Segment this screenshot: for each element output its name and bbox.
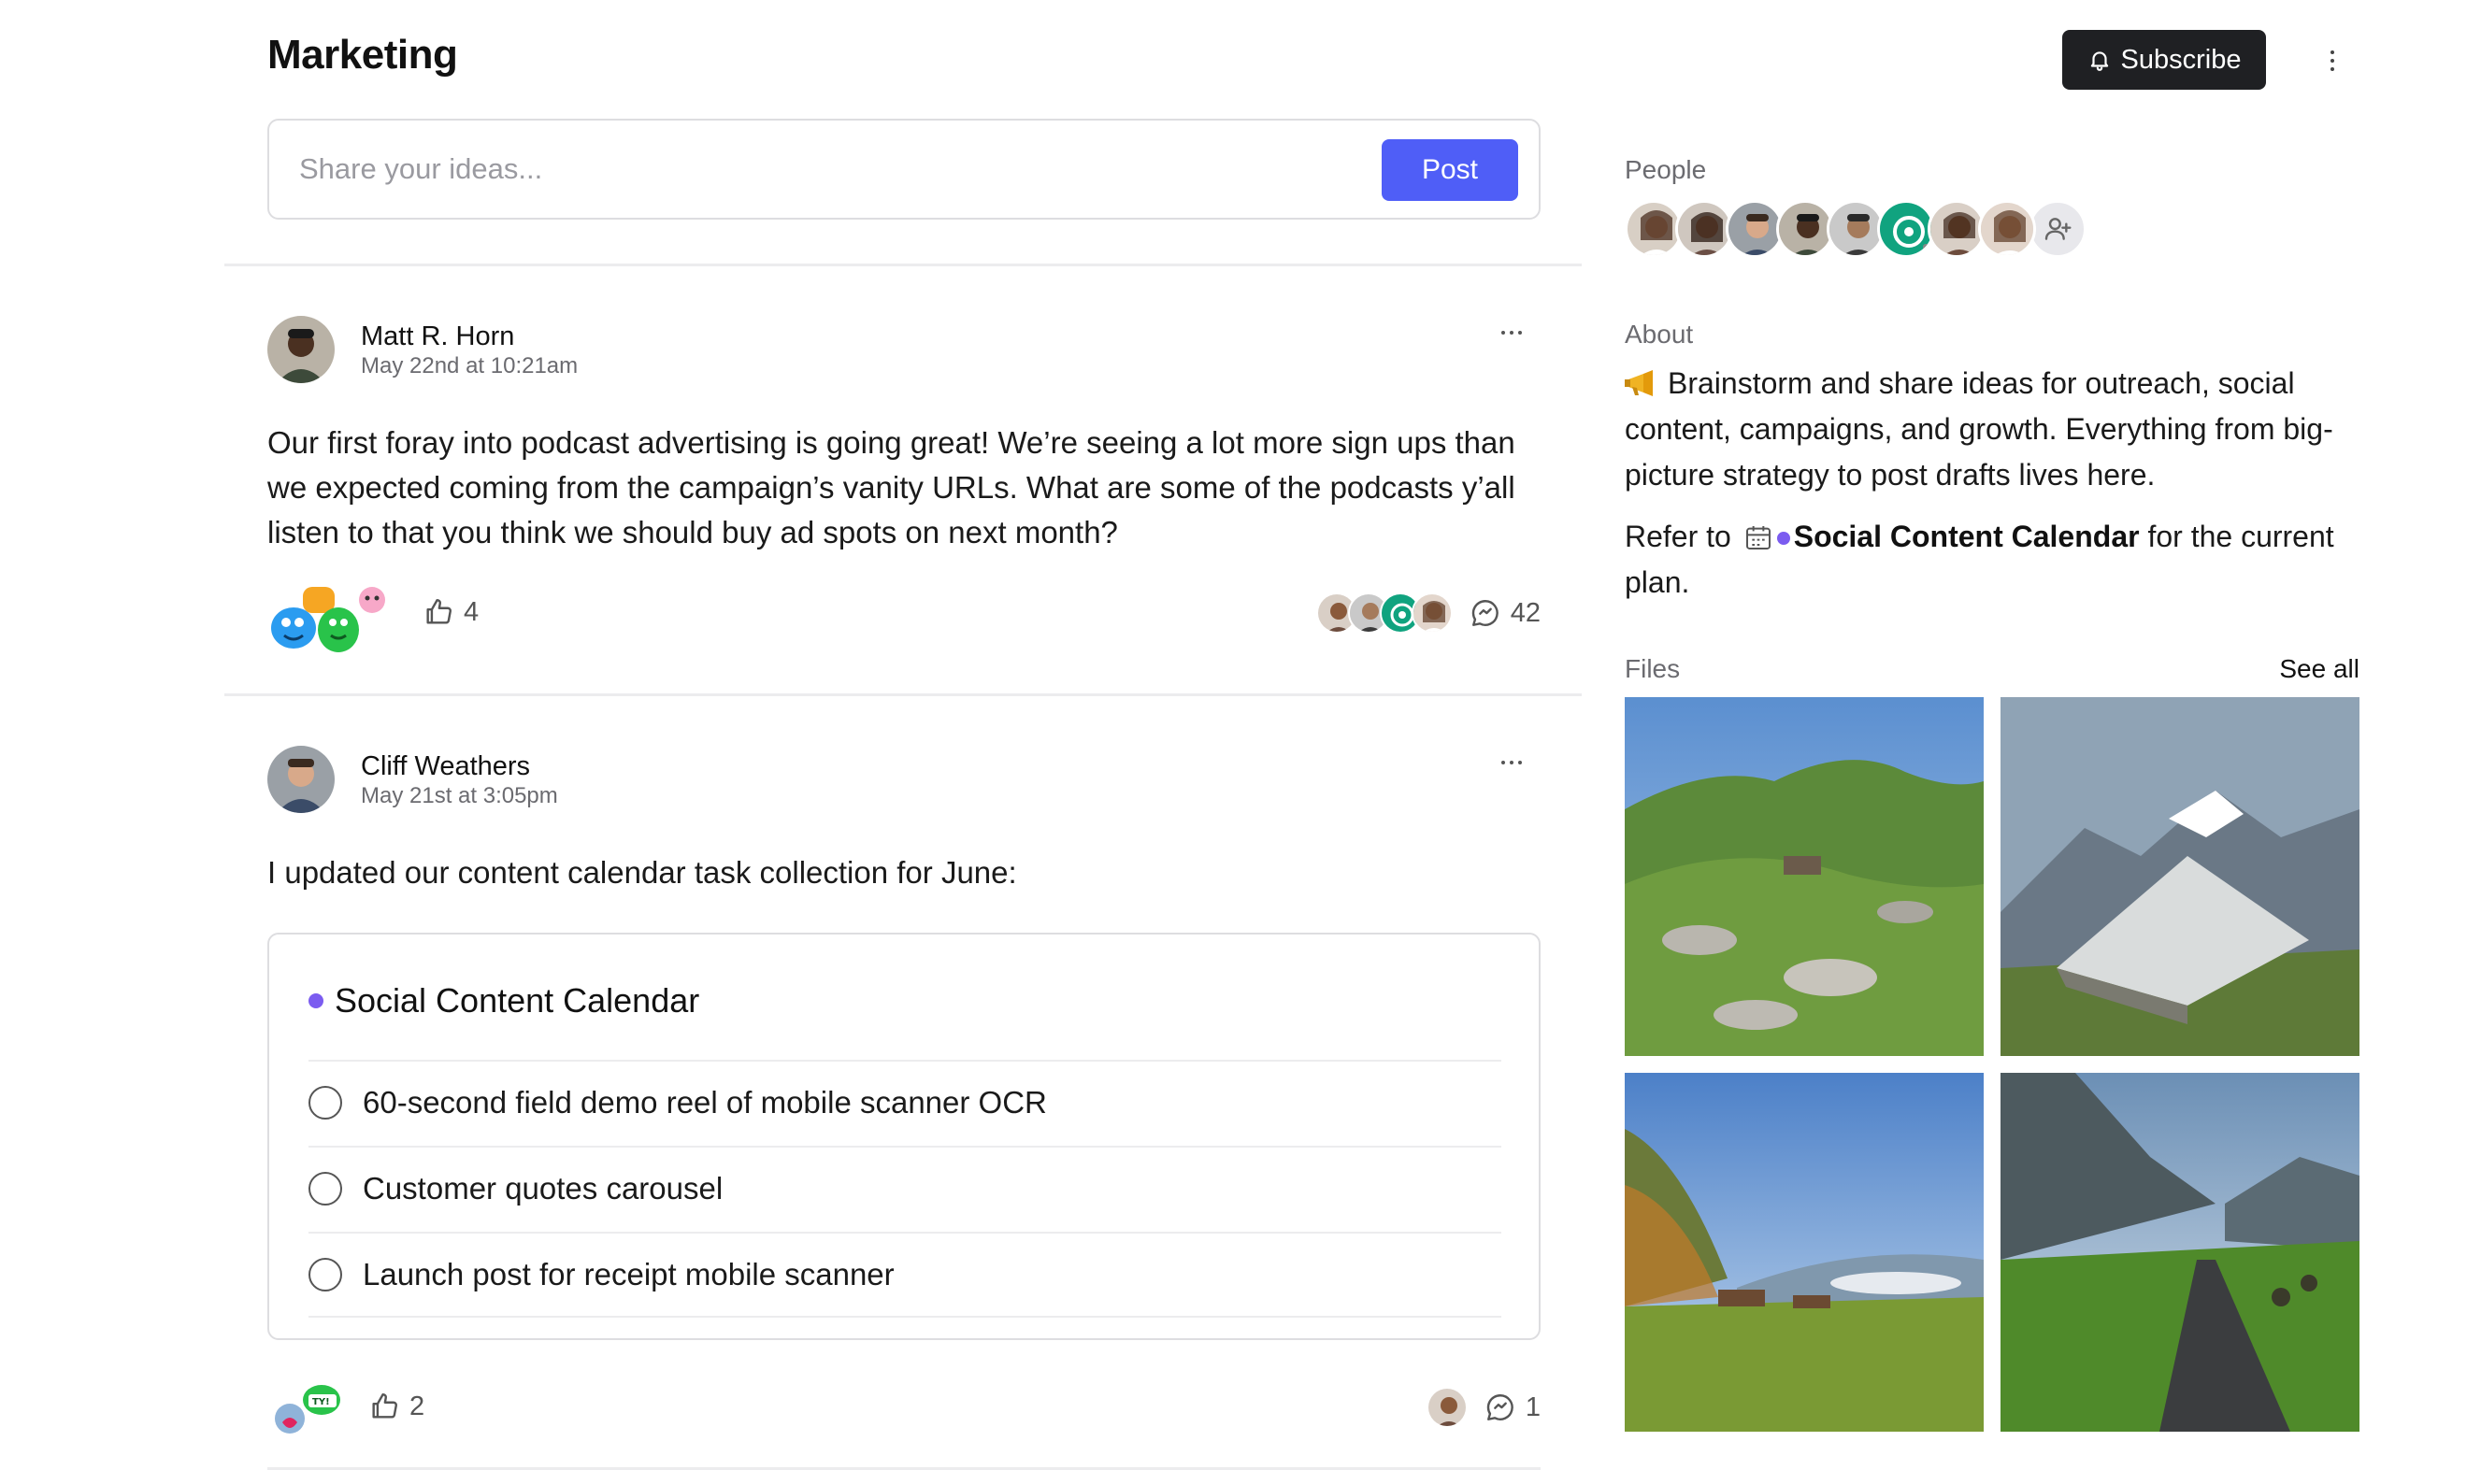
- task-checkbox[interactable]: [308, 1086, 342, 1120]
- social-content-calendar-link[interactable]: Social Content Calendar: [1794, 520, 2140, 553]
- post-timestamp: May 21st at 3:05pm: [361, 783, 558, 808]
- post-reactions: 4 42: [267, 578, 1541, 652]
- divider: [308, 1316, 1501, 1318]
- thumbs-up-icon: [426, 599, 452, 624]
- like-button[interactable]: 4: [423, 596, 479, 628]
- post-reactions: TY! 2 1: [267, 1372, 1541, 1447]
- avatar[interactable]: [1928, 200, 1986, 258]
- more-options-icon[interactable]: [2318, 37, 2346, 84]
- comment-button[interactable]: 1: [1484, 1391, 1541, 1423]
- avatar[interactable]: [1675, 200, 1733, 258]
- divider: [267, 1467, 1541, 1470]
- post-button[interactable]: Post: [1382, 139, 1518, 201]
- divider: [224, 264, 1582, 266]
- collection-dot-icon: [308, 993, 323, 1008]
- post-more-icon[interactable]: [1496, 755, 1527, 770]
- task-label[interactable]: 60-second field demo reel of mobile scan…: [363, 1085, 1047, 1120]
- divider: [224, 693, 1582, 696]
- task-label[interactable]: Launch post for receipt mobile scanner: [363, 1257, 895, 1292]
- blue-monster-sticker: [271, 607, 316, 649]
- sticker-reactions[interactable]: TY!: [267, 1377, 346, 1445]
- post-body: Our first foray into podcast advertising…: [267, 425, 1515, 549]
- see-all-link[interactable]: See all: [2279, 654, 2359, 684]
- page-title: Marketing: [267, 32, 458, 78]
- thumbs-up-icon: [372, 1393, 397, 1419]
- task-row: 60-second field demo reel of mobile scan…: [308, 1060, 1501, 1144]
- svg-text:TY!: TY!: [312, 1397, 330, 1407]
- sticker-reactions[interactable]: [267, 579, 389, 654]
- page-header: Marketing Subscribe: [0, 0, 2481, 112]
- bell-icon: [2090, 51, 2108, 71]
- like-button[interactable]: 2: [368, 1391, 424, 1422]
- post-more-icon[interactable]: [1496, 325, 1527, 340]
- refer-text: Refer to Social Content Calendar for the…: [1625, 520, 2334, 599]
- task-row: Launch post for receipt mobile scanner: [308, 1232, 1501, 1316]
- subscribe-button[interactable]: Subscribe: [2062, 30, 2266, 90]
- task-label[interactable]: Customer quotes carousel: [363, 1171, 723, 1206]
- avatar[interactable]: [1978, 200, 2036, 258]
- task-collection-card[interactable]: Social Content Calendar 60-second field …: [267, 933, 1541, 1340]
- commenter-avatars[interactable]: [1315, 592, 1453, 634]
- files-grid: [1625, 697, 2359, 1432]
- comment-count: 42: [1510, 597, 1541, 628]
- avatar[interactable]: [1776, 200, 1834, 258]
- avatar: [1426, 1387, 1468, 1428]
- people-label: People: [1625, 155, 1707, 184]
- avatar[interactable]: [1827, 200, 1885, 258]
- task-row: Customer quotes carousel: [308, 1146, 1501, 1230]
- megaphone-icon: [1625, 364, 1658, 396]
- file-thumbnail-image[interactable]: [1625, 697, 1984, 1056]
- subscribe-label: Subscribe: [2120, 44, 2242, 75]
- composer: Post: [267, 119, 1541, 220]
- add-person-button[interactable]: [2029, 200, 2087, 258]
- task-checkbox[interactable]: [308, 1258, 342, 1291]
- post-author[interactable]: Matt R. Horn: [361, 321, 514, 352]
- about-description: Brainstorm and share ideas for outreach,…: [1625, 364, 2333, 492]
- file-thumbnail-image[interactable]: [1625, 1073, 1984, 1432]
- files-label: Files: [1625, 654, 1681, 683]
- avatar: [1411, 592, 1453, 634]
- comment-bubble-icon: [1486, 1394, 1513, 1420]
- about-label: About: [1625, 320, 1694, 349]
- task-checkbox[interactable]: [308, 1172, 342, 1206]
- collection-dot-icon: [1776, 532, 1790, 545]
- like-count: 2: [409, 1391, 425, 1421]
- avatar[interactable]: [267, 316, 335, 383]
- comment-count: 1: [1525, 1391, 1541, 1422]
- commenter-avatars[interactable]: [1426, 1387, 1468, 1428]
- post-author[interactable]: Cliff Weathers: [361, 751, 530, 782]
- comment-bubble-icon: [1471, 600, 1499, 626]
- composer-input[interactable]: [299, 145, 1327, 193]
- task-collection-title[interactable]: Social Content Calendar: [308, 981, 699, 1020]
- post-body: I updated our content calendar task coll…: [267, 855, 1017, 890]
- people-list: [1625, 200, 2087, 258]
- comment-area: 42: [1315, 592, 1541, 634]
- avatar[interactable]: [1726, 200, 1784, 258]
- file-thumbnail-image[interactable]: [2001, 1073, 2359, 1432]
- post-timestamp: May 22nd at 10:21am: [361, 353, 579, 378]
- comment-button[interactable]: 42: [1470, 597, 1541, 629]
- file-thumbnail-image[interactable]: [2001, 697, 2359, 1056]
- calendar-icon: [1743, 520, 1773, 549]
- avatar[interactable]: [267, 746, 335, 813]
- chatgpt-avatar[interactable]: [1877, 200, 1935, 258]
- like-count: 4: [464, 596, 480, 627]
- avatar[interactable]: [1625, 200, 1683, 258]
- add-user-icon: [2044, 218, 2072, 240]
- comment-area: 1: [1426, 1387, 1541, 1428]
